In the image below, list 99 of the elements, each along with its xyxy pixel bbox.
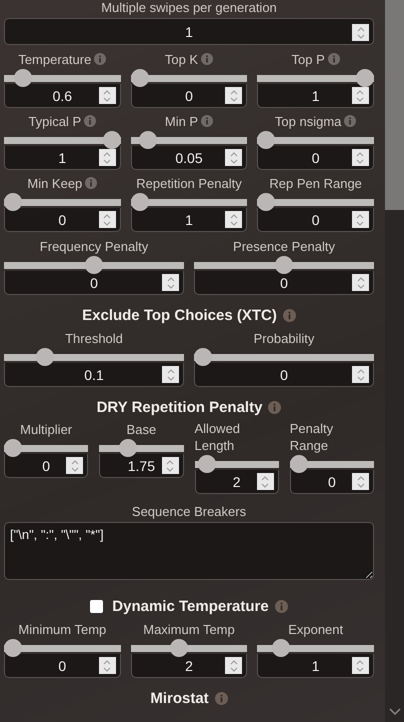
number-field[interactable]: 1.75 bbox=[99, 454, 184, 478]
field-label: Rep Pen Range bbox=[269, 176, 362, 190]
slider[interactable] bbox=[194, 256, 374, 274]
field-label: Probability bbox=[254, 330, 314, 346]
field-label: Top nsigma bbox=[274, 114, 342, 128]
number-field[interactable]: 1 bbox=[257, 654, 374, 678]
spinner-button[interactable] bbox=[225, 149, 242, 166]
number-field[interactable]: 0 bbox=[194, 363, 374, 387]
number-field[interactable]: 0.1 bbox=[4, 363, 184, 387]
field-label: Top K bbox=[164, 52, 198, 66]
spinner-button[interactable] bbox=[225, 211, 242, 228]
number-field[interactable]: 0 bbox=[4, 454, 88, 478]
chevrons-icon bbox=[355, 88, 366, 102]
number-field[interactable]: 0 bbox=[4, 271, 184, 295]
field-label: Base bbox=[126, 420, 156, 438]
checkbox[interactable] bbox=[90, 600, 104, 613]
number-field[interactable]: 2 bbox=[194, 470, 279, 494]
chevrons-icon bbox=[228, 658, 239, 672]
number-field[interactable]: 0 bbox=[257, 208, 374, 232]
spinner-button[interactable] bbox=[98, 657, 116, 674]
info-icon[interactable] bbox=[344, 115, 356, 127]
section-title: Dynamic Temperature bbox=[112, 598, 269, 615]
chevrons-icon bbox=[102, 150, 112, 164]
info-icon[interactable] bbox=[328, 53, 340, 65]
field-label: Sequence Breakers bbox=[132, 504, 246, 519]
field-label: Minimum Temp bbox=[18, 622, 106, 636]
number-field[interactable]: 1 bbox=[4, 18, 374, 45]
spinner-button[interactable] bbox=[225, 87, 242, 104]
chevrons-icon bbox=[102, 658, 112, 672]
chevrons-icon bbox=[356, 26, 366, 40]
field-label: Typical P bbox=[28, 114, 82, 128]
field-label: Min P bbox=[164, 114, 198, 128]
spinner-button[interactable] bbox=[225, 657, 242, 674]
section-title: Mirostat bbox=[150, 690, 209, 707]
chevrons-icon bbox=[228, 88, 239, 102]
chevrons-icon bbox=[356, 276, 366, 290]
number-field[interactable]: 0.6 bbox=[4, 84, 121, 108]
chevrons-icon bbox=[70, 458, 80, 472]
number-field[interactable]: 0 bbox=[130, 84, 248, 108]
field-label: Presence Penalty bbox=[233, 238, 335, 254]
field-label: Frequency Penalty bbox=[40, 238, 148, 254]
chevrons-icon bbox=[260, 474, 270, 488]
number-field[interactable]: 0 bbox=[4, 654, 121, 678]
field-label: Allowed Length bbox=[194, 420, 242, 454]
slider[interactable] bbox=[194, 348, 374, 366]
spinner-button[interactable] bbox=[162, 457, 178, 474]
number-field[interactable]: 0 bbox=[4, 208, 121, 232]
chevrons-icon bbox=[166, 368, 176, 382]
info-icon[interactable] bbox=[84, 115, 96, 127]
spinner-button[interactable] bbox=[352, 211, 369, 228]
spinner-button[interactable] bbox=[352, 87, 369, 104]
field-label: Multiple swipes per generation bbox=[101, 0, 277, 15]
info-icon[interactable] bbox=[201, 53, 214, 65]
chevrons-icon bbox=[355, 150, 366, 164]
section-title: DRY Repetition Penalty bbox=[96, 399, 262, 416]
spinner-button[interactable] bbox=[98, 149, 116, 166]
field-label: Top P bbox=[292, 52, 325, 66]
scroll-down-icon[interactable] bbox=[389, 708, 401, 716]
number-field[interactable]: 0 bbox=[257, 146, 374, 170]
chevrons-icon bbox=[356, 368, 366, 382]
slider[interactable] bbox=[4, 256, 184, 274]
number-field[interactable]: 1 bbox=[130, 208, 248, 232]
field-label: Maximum Temp bbox=[143, 622, 235, 636]
field-label: Threshold bbox=[65, 330, 123, 346]
number-field[interactable]: 2 bbox=[130, 654, 248, 678]
chevrons-icon bbox=[355, 658, 366, 672]
slider[interactable] bbox=[4, 348, 184, 366]
chevrons-icon bbox=[165, 458, 175, 472]
number-field[interactable]: 0 bbox=[194, 271, 374, 295]
spinner-button[interactable] bbox=[352, 149, 369, 166]
chevrons-icon bbox=[102, 212, 112, 226]
spinner-button[interactable] bbox=[256, 473, 274, 490]
field-label: Exponent bbox=[288, 622, 344, 636]
chevrons-icon bbox=[228, 150, 239, 164]
chevrons-icon bbox=[166, 276, 176, 290]
number-field[interactable]: 0 bbox=[290, 470, 374, 494]
info-icon[interactable] bbox=[85, 177, 98, 189]
scrollbar-thumb[interactable] bbox=[385, 0, 404, 210]
spinner-button[interactable] bbox=[98, 87, 116, 104]
info-icon[interactable] bbox=[201, 115, 214, 127]
chevrons-icon bbox=[102, 88, 112, 102]
number-field[interactable]: 0.05 bbox=[130, 146, 248, 170]
field-label: Penalty Range bbox=[290, 420, 334, 454]
chevrons-icon bbox=[355, 212, 366, 226]
field-label: Repetition Penalty bbox=[136, 176, 242, 190]
spinner-button[interactable] bbox=[66, 457, 84, 474]
text-area[interactable]: ["\n", ":", "\"", "*"] bbox=[4, 522, 374, 580]
number-field[interactable]: 1 bbox=[4, 146, 121, 170]
field-label: Temperature bbox=[18, 52, 92, 66]
spinner-button[interactable] bbox=[352, 657, 369, 674]
chevrons-icon bbox=[356, 474, 366, 488]
scrollbar[interactable] bbox=[385, 0, 404, 722]
spinner-button[interactable] bbox=[98, 211, 116, 228]
chevrons-icon bbox=[228, 212, 239, 226]
field-label: Min Keep bbox=[27, 176, 82, 190]
field-label: Multiplier bbox=[20, 420, 72, 438]
info-icon[interactable] bbox=[94, 53, 106, 65]
section-title: Exclude Top Choices (XTC) bbox=[82, 307, 277, 324]
number-field[interactable]: 1 bbox=[257, 84, 374, 108]
